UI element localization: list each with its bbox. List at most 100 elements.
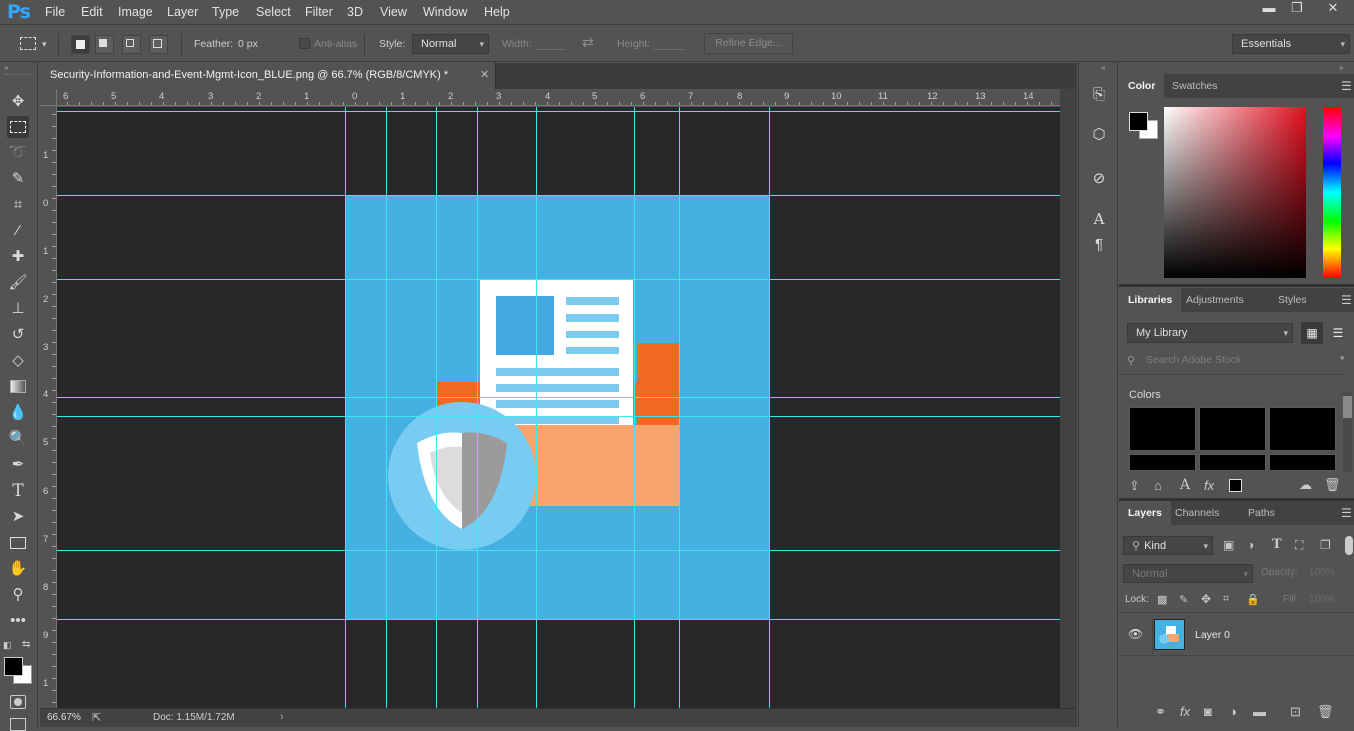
chevron-right-icon[interactable]: › xyxy=(280,711,284,723)
panel-menu-icon[interactable]: ☰ xyxy=(1341,79,1353,93)
stock-search-input[interactable]: Search Adobe Stock xyxy=(1146,354,1241,366)
filter-toggle[interactable] xyxy=(1345,536,1353,555)
fill-input[interactable]: 100% xyxy=(1309,594,1335,605)
menu-window[interactable]: Window xyxy=(423,5,467,19)
subtract-selection-button[interactable] xyxy=(122,35,141,54)
library-color-swatch[interactable] xyxy=(1199,407,1266,451)
healing-icon[interactable]: ✚ xyxy=(7,246,29,268)
menu-type[interactable]: Type xyxy=(212,5,239,19)
artboard[interactable] xyxy=(345,195,770,620)
library-scrollbar[interactable] xyxy=(1343,392,1352,472)
tab-adjustments[interactable]: Adjustments xyxy=(1177,288,1253,312)
pen-icon[interactable]: ✒ xyxy=(7,454,29,476)
tab-libraries[interactable]: Libraries xyxy=(1119,288,1182,312)
lock-artboard-icon[interactable]: ⌗ xyxy=(1223,593,1229,606)
collapse-icon[interactable]: » xyxy=(1339,63,1343,72)
history-icon[interactable]: ⎘ xyxy=(1088,84,1110,106)
menu-help[interactable]: Help xyxy=(484,5,510,19)
lock-all-icon[interactable]: 🔒 xyxy=(1246,593,1260,606)
hue-slider[interactable] xyxy=(1323,107,1341,278)
layer-style-icon[interactable]: fx xyxy=(1180,704,1190,719)
screen-mode-icon[interactable] xyxy=(10,718,26,731)
lock-image-icon[interactable]: ✎ xyxy=(1179,593,1188,606)
library-color-swatch[interactable] xyxy=(1269,454,1336,471)
menu-select[interactable]: Select xyxy=(256,5,291,19)
tab-channels[interactable]: Channels xyxy=(1166,501,1228,525)
document-tab[interactable]: Security-Information-and-Event-Mgmt-Icon… xyxy=(40,63,496,89)
add-layer-style-icon[interactable]: fx xyxy=(1204,478,1214,493)
library-color-swatch[interactable] xyxy=(1129,454,1196,471)
width-input[interactable] xyxy=(536,49,566,50)
style-dropdown[interactable]: Normal ▾ xyxy=(412,34,489,54)
layer-mask-icon[interactable]: ◙ xyxy=(1204,704,1212,719)
quick-mask-icon[interactable] xyxy=(10,695,26,709)
expand-icon[interactable]: « xyxy=(1101,63,1105,72)
filter-shape-icon[interactable]: ⛶ xyxy=(1295,538,1303,553)
type-icon[interactable]: T xyxy=(7,480,29,502)
trash-icon[interactable]: 🗑 xyxy=(1324,477,1341,493)
feather-input[interactable]: 0 px xyxy=(238,38,258,50)
grip[interactable] xyxy=(4,74,34,76)
ruler-origin[interactable] xyxy=(40,89,57,106)
hand-icon[interactable]: ✋ xyxy=(7,558,29,580)
add-selection-button[interactable] xyxy=(95,35,114,54)
filter-pixel-icon[interactable]: ▣ xyxy=(1223,538,1234,552)
panel-menu-icon[interactable]: ☰ xyxy=(1341,506,1353,520)
eye-icon[interactable]: 👁 xyxy=(1128,627,1143,641)
lasso-icon[interactable]: ➰ xyxy=(7,142,29,164)
library-color-swatch[interactable] xyxy=(1199,454,1266,471)
menu-filter[interactable]: Filter xyxy=(305,5,333,19)
minimize-button[interactable]: ▬ xyxy=(1256,0,1282,18)
eyedropper-icon[interactable]: ⁄ xyxy=(7,220,29,242)
close-window-button[interactable]: ✕ xyxy=(1320,0,1346,18)
share-icon[interactable]: ⇱ xyxy=(92,711,101,724)
move-icon[interactable]: ✥ xyxy=(7,91,29,113)
layer-filter-dropdown[interactable]: ⚲ Kind ▾ xyxy=(1123,536,1213,555)
stamp-icon[interactable]: ⊥ xyxy=(7,298,29,320)
refine-edge-button[interactable]: Refine Edge... xyxy=(704,33,793,54)
tab-paths[interactable]: Paths xyxy=(1239,501,1284,525)
crop-icon[interactable]: ⌗ xyxy=(7,194,29,216)
canvas-area[interactable] xyxy=(57,107,1060,708)
add-character-style-icon[interactable]: A xyxy=(1180,477,1190,493)
foreground-color-swatch[interactable] xyxy=(4,657,23,676)
chevron-down-icon[interactable]: ▾ xyxy=(42,39,47,50)
swap-colors-icon[interactable]: ⇆ xyxy=(22,639,30,650)
link-layers-icon[interactable]: ⚭ xyxy=(1155,704,1166,720)
tab-styles[interactable]: Styles xyxy=(1269,288,1316,312)
filter-smart-object-icon[interactable]: ❐ xyxy=(1320,538,1331,552)
menu-layer[interactable]: Layer xyxy=(167,5,198,19)
paragraph-icon[interactable]: ¶ xyxy=(1088,234,1110,256)
delete-layer-icon[interactable]: 🗑 xyxy=(1317,704,1334,720)
library-color-swatch[interactable] xyxy=(1269,407,1336,451)
close-icon[interactable]: ✕ xyxy=(480,68,489,81)
tab-swatches[interactable]: Swatches xyxy=(1163,74,1227,98)
quick-select-icon[interactable]: ✎ xyxy=(7,168,29,190)
grid-view-icon[interactable]: ▦ xyxy=(1301,322,1323,344)
blur-icon[interactable]: 💧 xyxy=(7,402,29,424)
zoom-level[interactable]: 66.67% xyxy=(47,712,81,723)
default-colors-icon[interactable]: ◧ xyxy=(3,640,12,651)
marquee-icon[interactable] xyxy=(7,116,29,138)
panel-menu-icon[interactable]: ☰ xyxy=(1341,293,1353,307)
library-color-swatch[interactable] xyxy=(1129,407,1196,451)
filter-adjustment-icon[interactable]: ◑ xyxy=(1247,538,1254,552)
menu-file[interactable]: File xyxy=(45,5,65,19)
new-selection-button[interactable] xyxy=(71,35,90,54)
brush-presets-icon[interactable]: ⊘ xyxy=(1088,168,1110,190)
tab-layers[interactable]: Layers xyxy=(1119,501,1171,525)
lock-position-icon[interactable]: ✥ xyxy=(1201,592,1211,606)
height-input[interactable] xyxy=(653,49,685,50)
path-select-icon[interactable]: ➤ xyxy=(7,506,29,528)
creative-cloud-icon[interactable]: ☁ xyxy=(1299,477,1312,493)
blend-mode-dropdown[interactable]: Normal ▾ xyxy=(1123,564,1253,583)
more-tools-icon[interactable]: ••• xyxy=(7,610,29,632)
list-view-icon[interactable]: ☰ xyxy=(1327,322,1349,344)
marquee-preset-icon[interactable] xyxy=(20,37,36,50)
color-field[interactable] xyxy=(1164,107,1306,278)
library-dropdown[interactable]: My Library ▾ xyxy=(1127,323,1293,343)
character-icon[interactable]: A xyxy=(1088,208,1110,230)
rectangle-icon[interactable] xyxy=(7,532,29,554)
gradient-icon[interactable] xyxy=(7,376,29,398)
add-color-icon[interactable] xyxy=(1229,479,1242,492)
